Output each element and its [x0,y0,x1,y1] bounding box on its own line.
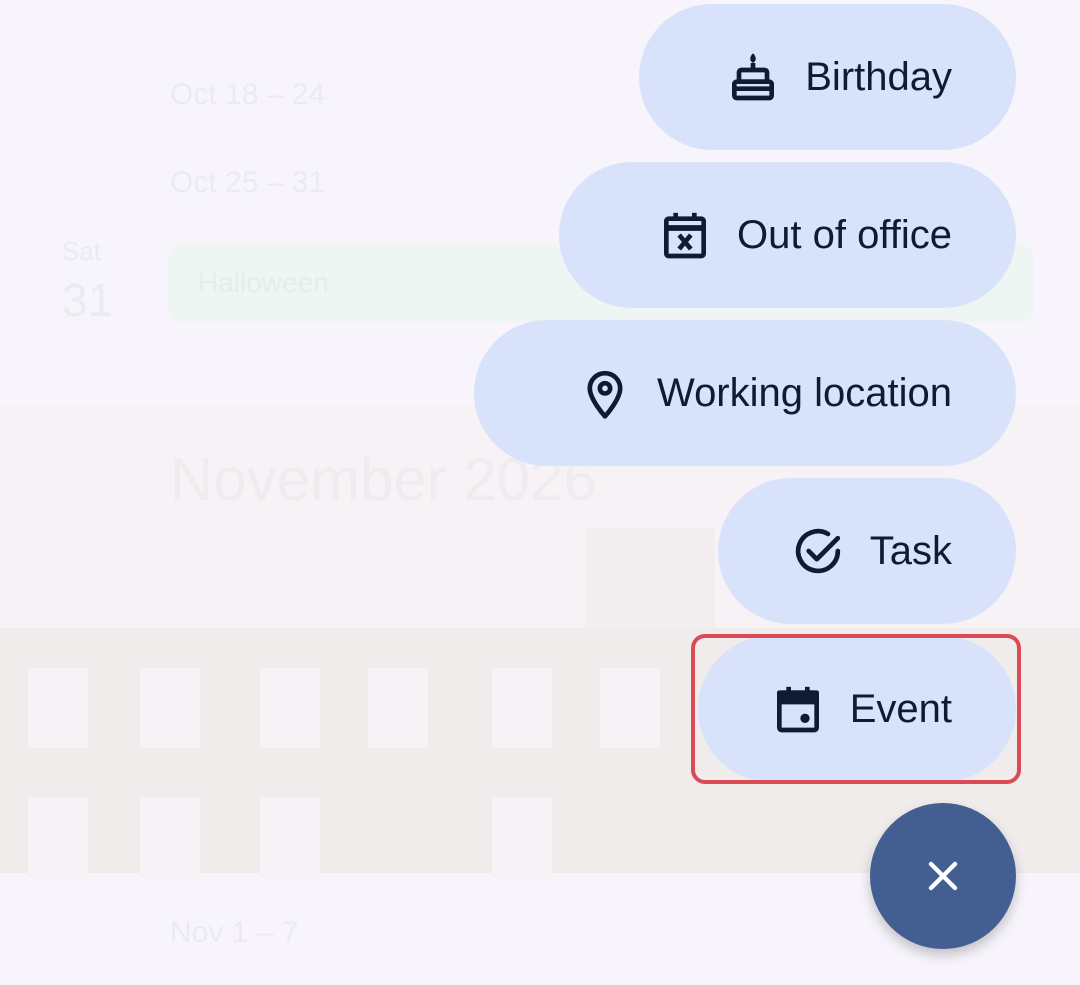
out-of-office-button[interactable]: Out of office [559,162,1016,308]
day-of-week: Sat [62,236,102,266]
birthday-button[interactable]: Birthday [639,4,1016,150]
working-location-button[interactable]: Working location [474,320,1016,466]
birthday-label: Birthday [805,54,952,99]
event-button[interactable]: Event [698,636,1016,782]
calendar-event-icon [770,681,826,737]
cake-icon [725,49,781,105]
task-button[interactable]: Task [718,478,1016,624]
close-icon [928,861,958,891]
calendar-x-icon [657,207,713,263]
working-location-label: Working location [657,370,952,415]
task-check-icon [790,523,846,579]
event-label: Event [849,686,952,731]
out-of-office-label: Out of office [737,212,952,257]
week-label: Oct 18 – 24 [170,78,326,111]
day-number: 31 [62,274,114,326]
close-fab-button[interactable] [870,803,1016,949]
banner-illustration-roof [585,528,715,628]
location-pin-icon [577,365,633,421]
week-label: Nov 1 – 7 [170,916,299,949]
week-label: Oct 25 – 31 [170,166,326,199]
task-label: Task [869,528,952,573]
day-header: Sat 31 [62,236,113,327]
